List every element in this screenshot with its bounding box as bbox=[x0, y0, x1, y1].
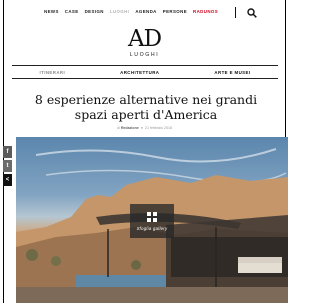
gallery-label: Sfoglia gallery bbox=[136, 226, 168, 231]
nav-divider bbox=[235, 7, 236, 18]
nav-links: NEWS CASE DESIGN LUOGHI AGENDA PERSONE R… bbox=[44, 9, 218, 14]
grid-icon bbox=[147, 212, 157, 222]
section-title: LUOGHI bbox=[129, 52, 160, 58]
gallery-button[interactable]: Sfoglia gallery bbox=[130, 204, 174, 238]
page-frame: NEWS CASE DESIGN LUOGHI AGENDA PERSONE R… bbox=[3, 0, 288, 303]
nav-item-luoghi[interactable]: LUOGHI bbox=[110, 9, 129, 14]
article-title: 8 esperienze alternative nei grandi spaz… bbox=[34, 92, 258, 122]
category-bar: ITINERARI ARCHITETTURA ARTE E MUSEI bbox=[12, 65, 278, 79]
category-arte-musei[interactable]: ARTE E MUSEI bbox=[214, 70, 250, 75]
category-itinerari[interactable]: ITINERARI bbox=[40, 70, 66, 75]
nav-item-agenda[interactable]: AGENDA bbox=[135, 9, 156, 14]
article-byline: di Redazione ● 21 febbraio 2018 bbox=[4, 126, 285, 130]
social-rail: f t < bbox=[3, 146, 12, 188]
search-icon[interactable] bbox=[247, 8, 257, 18]
nav-item-news[interactable]: NEWS bbox=[44, 9, 59, 14]
nav-item-case[interactable]: CASE bbox=[65, 9, 79, 14]
top-nav: NEWS CASE DESIGN LUOGHI AGENDA PERSONE R… bbox=[4, 4, 285, 20]
byline-date: 21 febbraio 2018 bbox=[144, 126, 172, 130]
byline-author[interactable]: Redazione bbox=[121, 126, 139, 130]
byline-prefix: di bbox=[117, 126, 120, 130]
nav-item-persone[interactable]: PERSONE bbox=[163, 9, 187, 14]
byline-separator: ● bbox=[139, 126, 144, 130]
twitter-share-button[interactable]: t bbox=[3, 160, 12, 172]
share-more-button[interactable]: < bbox=[3, 174, 12, 186]
facebook-share-button[interactable]: f bbox=[3, 146, 12, 158]
site-logo[interactable]: AD bbox=[4, 26, 285, 52]
nav-item-design[interactable]: DESIGN bbox=[85, 9, 104, 14]
nav-item-radunos[interactable]: RADUNOS bbox=[193, 9, 218, 14]
category-architettura[interactable]: ARCHITETTURA bbox=[120, 70, 159, 75]
